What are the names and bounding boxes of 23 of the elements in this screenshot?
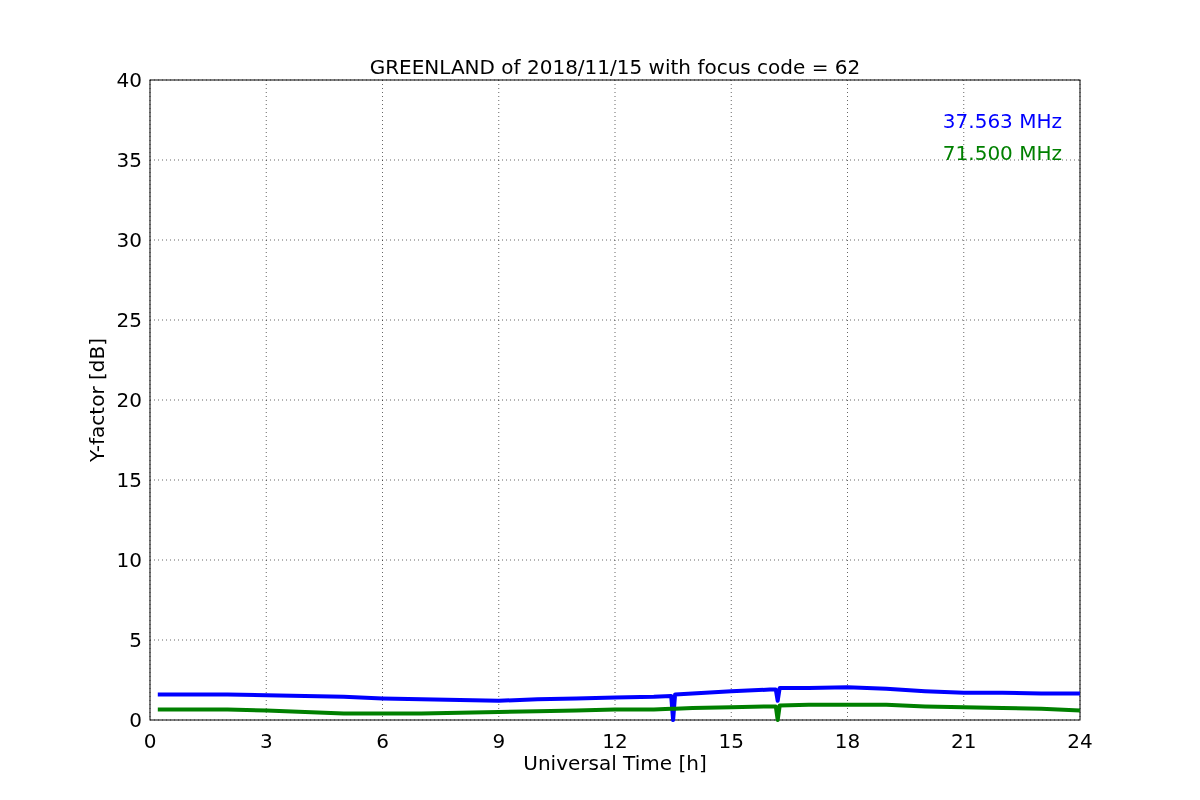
x-tick-label: 0 — [143, 729, 157, 753]
chart-title: GREENLAND of 2018/11/15 with focus code = 62 — [369, 55, 861, 79]
y-axis-label: Y-factor [dB] — [85, 338, 109, 462]
x-tick-label: 12 — [602, 729, 628, 753]
y-tick-label: 40 — [116, 68, 142, 92]
x-tick-label: 24 — [1067, 729, 1093, 753]
x-tick-label: 18 — [834, 729, 861, 753]
y-tick-label: 25 — [116, 308, 142, 332]
x-tick-label: 15 — [718, 729, 744, 753]
y-tick-label: 0 — [129, 708, 142, 732]
y-tick-label: 35 — [116, 148, 142, 172]
y-tick-label: 5 — [129, 628, 142, 652]
y-tick-label: 30 — [116, 228, 142, 252]
x-tick-label: 6 — [376, 729, 389, 753]
x-tick-label: 9 — [492, 729, 506, 753]
legend-label: 37.563 MHz — [942, 109, 1062, 133]
y-tick-label: 20 — [116, 388, 142, 412]
x-tick-label: 21 — [951, 729, 977, 753]
y-tick-label: 10 — [116, 548, 142, 572]
x-tick-label: 3 — [259, 729, 273, 753]
legend-label: 71.500 MHz — [942, 141, 1062, 165]
y-tick-label: 15 — [116, 468, 142, 492]
x-axis-label: Universal Time [h] — [523, 751, 707, 775]
